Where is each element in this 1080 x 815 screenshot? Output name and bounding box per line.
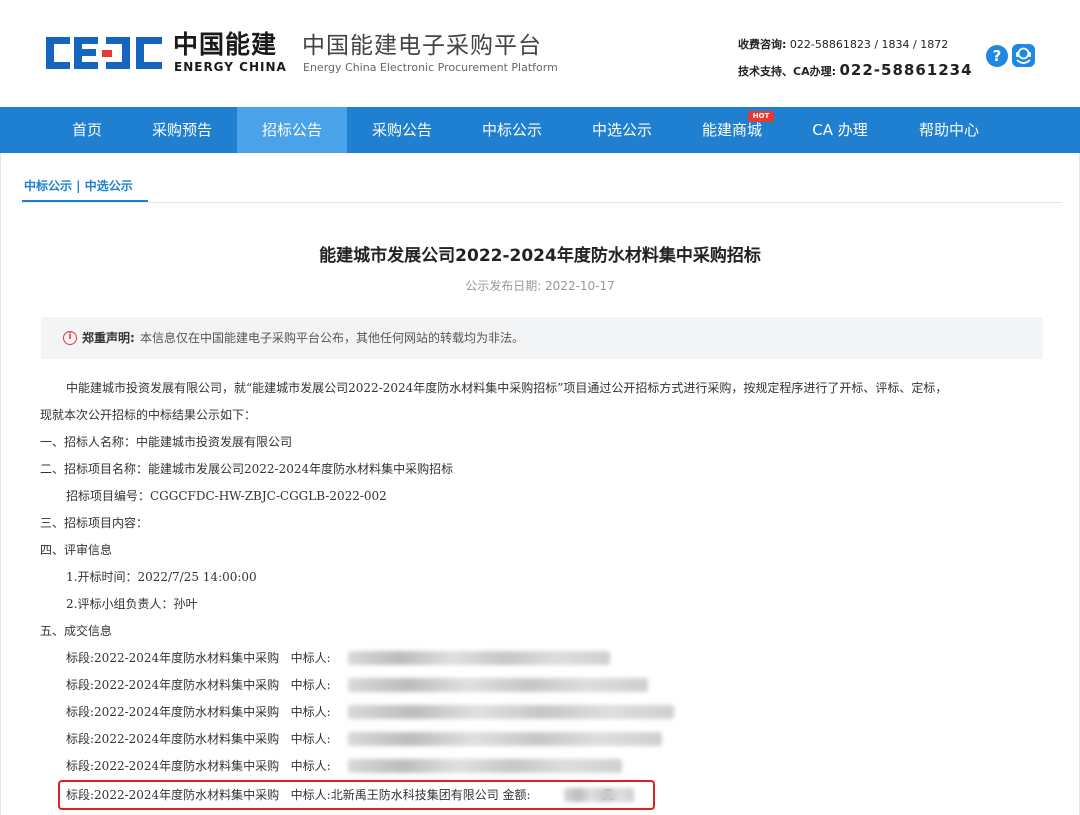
section-project-name: 二、招标项目名称：能建城市发展公司2022-2024年度防水材料集中采购招标 bbox=[40, 462, 454, 476]
logo-chinese-text: 中国能建 bbox=[173, 30, 278, 59]
lot-row-1: 标段:2022-2024年度防水材料集中采购 中标人: bbox=[66, 650, 331, 666]
winner-label: 中标人: bbox=[290, 705, 331, 719]
lot-name: 标段:2022-2024年度防水材料集中采购 bbox=[66, 732, 280, 746]
support-contact-value: 022-58861234 bbox=[839, 61, 973, 79]
main-nav: 首页 采购预告 招标公告 采购公告 中标公示 中选公示 能建商城 HOT CA … bbox=[0, 107, 1080, 153]
logo-english-text: ENERGY CHINA bbox=[174, 60, 287, 74]
ceec-logo-icon[interactable] bbox=[44, 33, 164, 73]
intro-line-2: 现就本次公开招标的中标结果公示如下： bbox=[40, 408, 257, 422]
nav-award-notice[interactable]: 中标公示 bbox=[466, 107, 558, 153]
redacted-winner bbox=[348, 732, 662, 746]
notice-label: 郑重声明: bbox=[82, 331, 135, 345]
winner-label: 中标人: bbox=[290, 678, 331, 692]
support-contact-label: 技术支持、CA办理: bbox=[738, 65, 836, 78]
nav-tender-notice[interactable]: 招标公告 bbox=[237, 107, 347, 153]
review-leader: 2.评标小组负责人：孙叶 bbox=[66, 597, 198, 611]
lot-row-2: 标段:2022-2024年度防水材料集中采购 中标人: bbox=[66, 677, 331, 693]
bid-opening-time: 1.开标时间：2022/7/25 14:00:00 bbox=[66, 570, 257, 584]
fee-contact-value: 022-58861823 / 1834 / 1872 bbox=[789, 38, 949, 51]
support-contact: 技术支持、CA办理: 022-58861234 bbox=[738, 61, 973, 81]
help-question-icon[interactable]: ? bbox=[986, 45, 1008, 67]
platform-title: 中国能建电子采购平台 bbox=[302, 33, 542, 59]
legal-notice: i 郑重声明: 本信息仅在中国能建电子采购平台公布，其他任何网站的转载均为非法。 bbox=[41, 317, 1043, 359]
section-tenderer: 一、招标人名称：中能建城市投资发展有限公司 bbox=[40, 435, 293, 449]
lot-name: 标段:2022-2024年度防水材料集中采购 bbox=[66, 759, 280, 773]
lot-row-3: 标段:2022-2024年度防水材料集中采购 中标人: bbox=[66, 704, 331, 720]
redacted-winner bbox=[348, 705, 674, 719]
nav-procurement-forecast[interactable]: 采购预告 bbox=[136, 107, 228, 153]
hot-badge: HOT bbox=[748, 111, 774, 122]
winner-label: 中标人: bbox=[290, 759, 331, 773]
article-title: 能建城市发展公司2022-2024年度防水材料集中采购招标 bbox=[319, 246, 761, 266]
fee-contact: 收费咨询: 022-58861823 / 1834 / 1872 bbox=[738, 38, 948, 52]
customer-service-icon[interactable] bbox=[1012, 44, 1035, 67]
nav-ca[interactable]: CA 办理 bbox=[796, 107, 884, 153]
fee-contact-label: 收费咨询: bbox=[738, 38, 787, 51]
notice-text: 本信息仅在中国能建电子采购平台公布，其他任何网站的转载均为非法。 bbox=[140, 331, 525, 345]
section-transaction-info: 五、成交信息 bbox=[40, 624, 113, 638]
winner-label: 中标人: bbox=[290, 732, 331, 746]
section-project-content: 三、招标项目内容： bbox=[40, 516, 149, 530]
subtab-divider bbox=[22, 202, 1062, 203]
redacted-winner bbox=[348, 651, 610, 665]
lot-name: 标段:2022-2024年度防水材料集中采购 bbox=[66, 705, 280, 719]
intro-line-1: 中能建城市投资发展有限公司，就“能建城市发展公司2022-2024年度防水材料集… bbox=[66, 381, 948, 395]
winner-label: 中标人: bbox=[290, 651, 331, 665]
project-code: 招标项目编号：CGGCFDC-HW-ZBJC-CGGLB-2022-002 bbox=[66, 489, 387, 503]
section-review-info: 四、评审信息 bbox=[40, 543, 113, 557]
platform-subtitle: Energy China Electronic Procurement Plat… bbox=[303, 61, 558, 74]
nav-selection-notice[interactable]: 中选公示 bbox=[576, 107, 668, 153]
subtab-award-selection[interactable]: 中标公示 | 中选公示 bbox=[24, 178, 133, 194]
site-header: 中国能建 ENERGY CHINA 中国能建电子采购平台 Energy Chin… bbox=[0, 0, 1080, 107]
nav-procurement-notice[interactable]: 采购公告 bbox=[356, 107, 448, 153]
lot-name: 标段:2022-2024年度防水材料集中采购 bbox=[66, 651, 280, 665]
redacted-winner bbox=[348, 678, 648, 692]
lot-row-4: 标段:2022-2024年度防水材料集中采购 中标人: bbox=[66, 731, 331, 747]
info-warning-icon: i bbox=[63, 331, 77, 345]
highlight-annotation-box bbox=[58, 780, 655, 810]
redacted-winner bbox=[348, 759, 622, 773]
lot-name: 标段:2022-2024年度防水材料集中采购 bbox=[66, 678, 280, 692]
nav-help-center[interactable]: 帮助中心 bbox=[902, 107, 996, 153]
publish-date: 公示发布日期: 2022-10-17 bbox=[465, 279, 615, 293]
nav-home[interactable]: 首页 bbox=[46, 107, 128, 153]
lot-row-5: 标段:2022-2024年度防水材料集中采购 中标人: bbox=[66, 758, 331, 774]
